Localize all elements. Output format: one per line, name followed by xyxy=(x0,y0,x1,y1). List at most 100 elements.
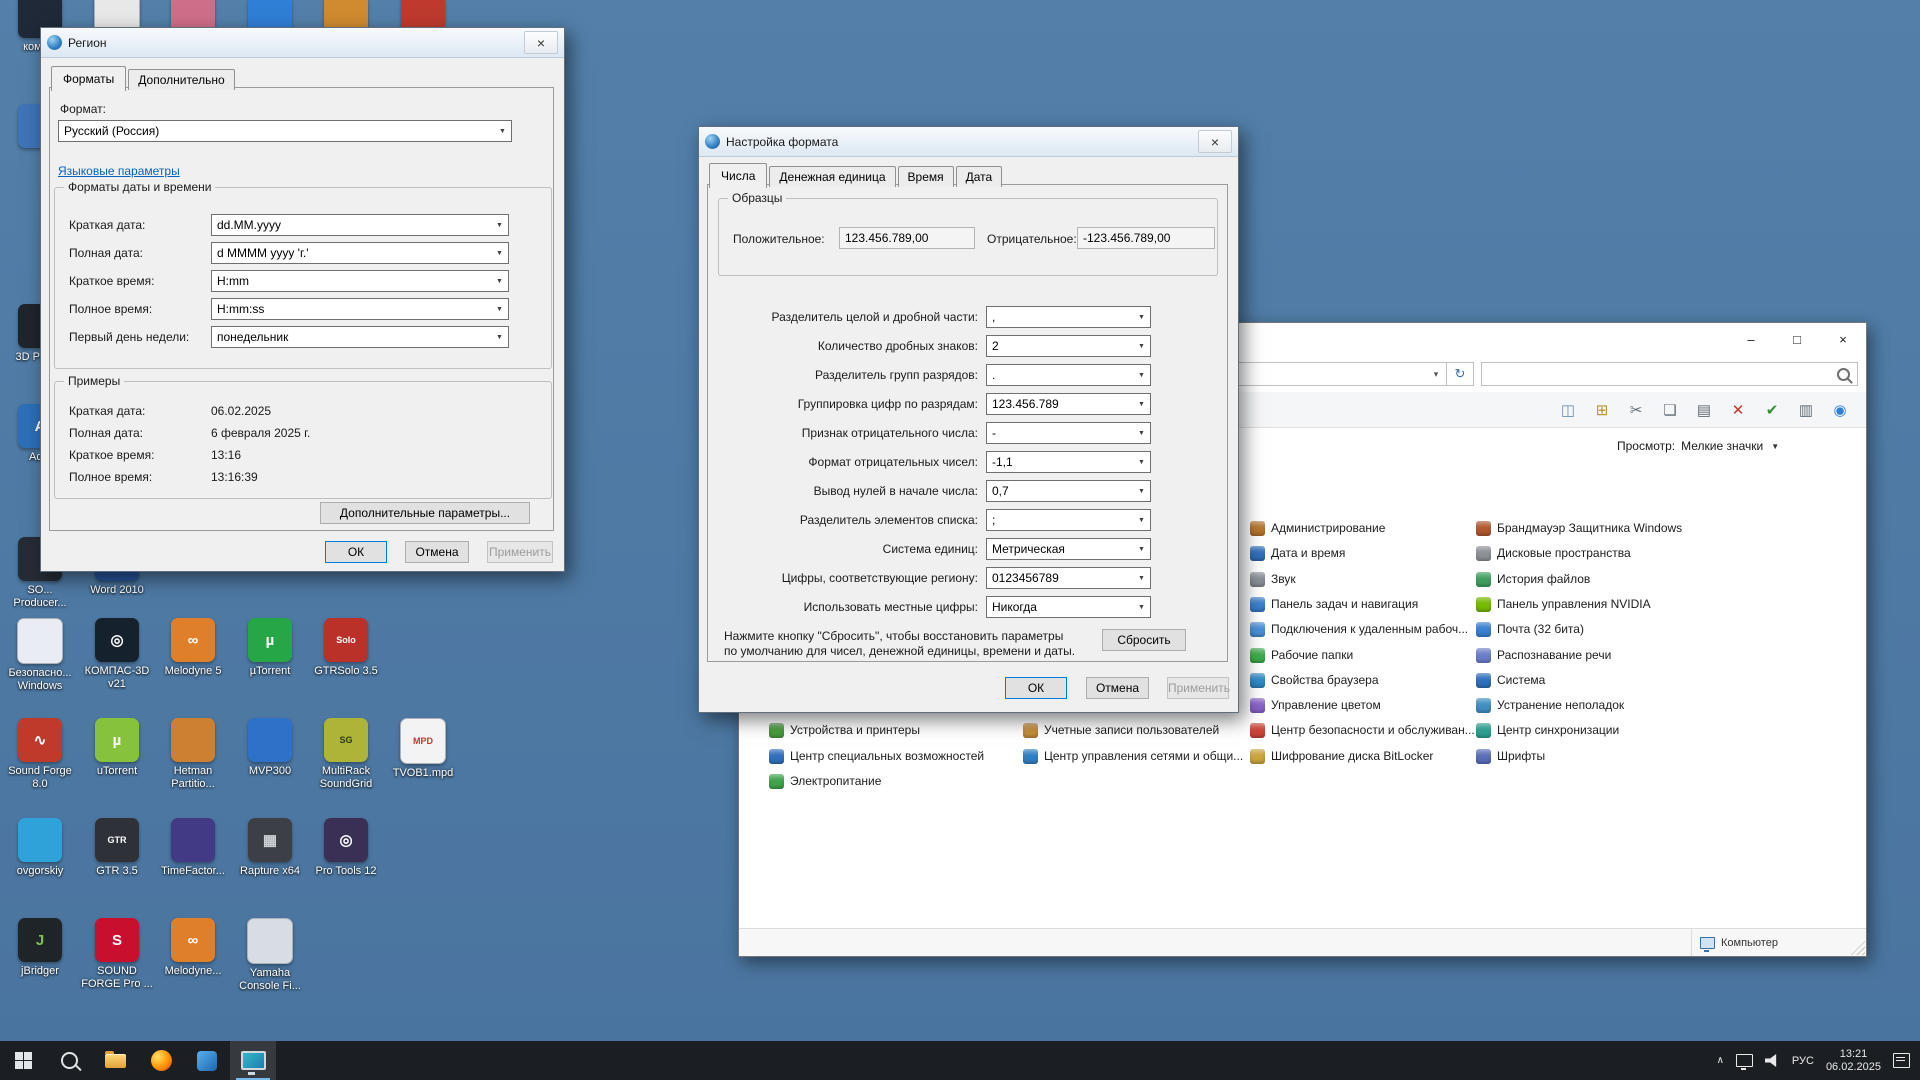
control-panel-item[interactable]: Панель управления NVIDIA xyxy=(1476,594,1651,614)
field-combobox[interactable]: dd.MM.yyyy▼ xyxy=(211,214,509,236)
desktop-icon[interactable]: SSOUND FORGE Pro ... xyxy=(79,918,155,991)
control-panel-item[interactable]: Шрифты xyxy=(1476,746,1545,766)
control-panel-item[interactable]: Почта (32 бита) xyxy=(1476,619,1584,639)
control-panel-item[interactable]: Управление цветом xyxy=(1250,695,1381,715)
field-combobox[interactable]: H:mm:ss▼ xyxy=(211,298,509,320)
field-combobox[interactable]: 0,7▼ xyxy=(986,480,1151,502)
view-dropdown[interactable]: Просмотр: Мелкие значки ▼ xyxy=(1617,433,1779,459)
start-button[interactable] xyxy=(0,1041,46,1080)
view-panes-icon[interactable]: ◫ xyxy=(1556,398,1580,422)
desktop-icon[interactable]: ◎КОМПАС-3D v21 xyxy=(79,618,155,691)
rename-icon[interactable]: ✔ xyxy=(1760,398,1784,422)
field-combobox[interactable]: ;▼ xyxy=(986,509,1151,531)
desktop-icon[interactable]: SGMultiRack SoundGrid xyxy=(308,718,384,791)
control-panel-item[interactable]: Распознавание речи xyxy=(1476,645,1611,665)
control-panel-item[interactable]: История файлов xyxy=(1476,569,1590,589)
copy-icon[interactable]: ❏ xyxy=(1658,398,1682,422)
network-icon[interactable] xyxy=(1736,1054,1753,1067)
close-button[interactable]: × xyxy=(1820,323,1866,355)
desktop-icon[interactable]: ∞Melodyne 5 xyxy=(155,618,231,678)
resize-grip[interactable] xyxy=(1850,940,1865,955)
maximize-button[interactable]: □ xyxy=(1774,323,1820,355)
format-tab-1[interactable]: Денежная единица xyxy=(769,166,895,187)
control-panel-item[interactable]: Шифрование диска BitLocker xyxy=(1250,746,1433,766)
field-combobox[interactable]: d MMMM yyyy 'г.'▼ xyxy=(211,242,509,264)
control-panel-item[interactable]: Учетные записи пользователей xyxy=(1023,720,1219,740)
field-combobox[interactable]: понедельник▼ xyxy=(211,326,509,348)
cancel-button[interactable]: Отмена xyxy=(1086,677,1149,699)
delete-icon[interactable]: ✕ xyxy=(1726,398,1750,422)
region-tab-0[interactable]: Форматы xyxy=(51,66,126,91)
desktop-icon[interactable]: µuTorrent xyxy=(79,718,155,778)
format-tab-2[interactable]: Время xyxy=(898,166,954,187)
desktop-icon[interactable]: Безопасно... Windows xyxy=(2,618,78,693)
help-icon[interactable]: ◉ xyxy=(1828,398,1852,422)
control-panel-item[interactable]: Электропитание xyxy=(769,771,881,791)
control-panel-item[interactable]: Дисковые пространства xyxy=(1476,543,1631,563)
region-close-button[interactable]: × xyxy=(524,31,558,54)
file-explorer-button[interactable] xyxy=(92,1041,138,1080)
ok-button[interactable]: ОК xyxy=(1005,677,1067,699)
language-indicator[interactable]: РУС xyxy=(1792,1055,1814,1067)
field-combobox[interactable]: 2▼ xyxy=(986,335,1151,357)
control-panel-item[interactable]: Подключения к удаленным рабоч... xyxy=(1250,619,1468,639)
cancel-button[interactable]: Отмена xyxy=(405,541,469,563)
photos-app-button[interactable] xyxy=(184,1041,230,1080)
control-panel-item[interactable]: Центр специальных возможностей xyxy=(769,746,984,766)
field-combobox[interactable]: .▼ xyxy=(986,364,1151,386)
desktop-icon[interactable]: Yamaha Console Fi... xyxy=(232,918,308,993)
desktop-icon[interactable]: ovgorskiy xyxy=(2,818,78,878)
desktop-icon[interactable]: µµTorrent xyxy=(232,618,308,678)
desktop-icon[interactable]: TimeFactor... xyxy=(155,818,231,878)
control-panel-item[interactable]: Администрирование xyxy=(1250,518,1385,538)
field-combobox[interactable]: -▼ xyxy=(986,422,1151,444)
notification-center-icon[interactable] xyxy=(1893,1053,1910,1068)
control-panel-item[interactable]: Центр безопасности и обслуживан... xyxy=(1250,720,1475,740)
new-folder-icon[interactable]: ⊞ xyxy=(1590,398,1614,422)
field-combobox[interactable]: Метрическая▼ xyxy=(986,538,1151,560)
control-panel-item[interactable]: Устранение неполадок xyxy=(1476,695,1624,715)
control-panel-item[interactable]: Дата и время xyxy=(1250,543,1345,563)
format-tab-3[interactable]: Дата xyxy=(956,166,1003,187)
desktop-icon[interactable]: SoloGTRSolo 3.5 xyxy=(308,618,384,678)
field-combobox[interactable]: H:mm▼ xyxy=(211,270,509,292)
field-combobox[interactable]: 123.456.789▼ xyxy=(986,393,1151,415)
search-button[interactable] xyxy=(46,1041,92,1080)
ok-button[interactable]: ОК xyxy=(325,541,387,563)
volume-icon[interactable] xyxy=(1765,1054,1780,1067)
control-panel-item[interactable]: Центр синхронизации xyxy=(1476,720,1619,740)
control-panel-item[interactable]: Рабочие папки xyxy=(1250,645,1353,665)
desktop-icon[interactable]: JjBridger xyxy=(2,918,78,978)
desktop-icon[interactable]: MPDTVOB1.mpd xyxy=(385,718,461,780)
control-panel-item[interactable]: Система xyxy=(1476,670,1545,690)
control-panel-item[interactable]: Звук xyxy=(1250,569,1296,589)
control-panel-item[interactable]: Панель задач и навигация xyxy=(1250,594,1418,614)
additional-settings-button[interactable]: Дополнительные параметры... xyxy=(320,502,530,524)
desktop-icon[interactable]: ▦Rapture x64 xyxy=(232,818,308,878)
field-combobox[interactable]: ,▼ xyxy=(986,306,1151,328)
region-dialog-titlebar[interactable]: Регион × xyxy=(41,28,564,58)
desktop-icon[interactable]: ∿Sound Forge 8.0 xyxy=(2,718,78,791)
reset-button[interactable]: Сбросить xyxy=(1102,629,1186,651)
refresh-button[interactable]: ↻ xyxy=(1447,362,1474,386)
firefox-button[interactable] xyxy=(138,1041,184,1080)
properties-icon[interactable]: ▥ xyxy=(1794,398,1818,422)
desktop-icon[interactable]: MVP300 xyxy=(232,718,308,778)
minimize-button[interactable]: – xyxy=(1728,323,1774,355)
control-panel-item[interactable]: Центр управления сетями и общи... xyxy=(1023,746,1243,766)
format-tab-0[interactable]: Числа xyxy=(709,163,767,188)
address-dropdown-icon[interactable]: ▾ xyxy=(1426,369,1446,380)
language-settings-link[interactable]: Языковые параметры xyxy=(58,164,180,178)
format-close-button[interactable]: × xyxy=(1198,130,1232,153)
desktop-icon[interactable]: Hetman Partitio... xyxy=(155,718,231,791)
cut-icon[interactable]: ✂ xyxy=(1624,398,1648,422)
paste-icon[interactable]: ▤ xyxy=(1692,398,1716,422)
control-panel-item[interactable]: Свойства браузера xyxy=(1250,670,1379,690)
taskbar-clock[interactable]: 13:21 06.02.2025 xyxy=(1826,1048,1881,1074)
chevron-up-icon[interactable]: ∧ xyxy=(1717,1055,1724,1066)
desktop-icon[interactable]: ∞Melodyne... xyxy=(155,918,231,978)
desktop-icon[interactable]: GTRGTR 3.5 xyxy=(79,818,155,878)
region-tab-1[interactable]: Дополнительно xyxy=(128,69,234,90)
field-combobox[interactable]: 0123456789▼ xyxy=(986,567,1151,589)
control-panel-button[interactable] xyxy=(230,1041,276,1080)
